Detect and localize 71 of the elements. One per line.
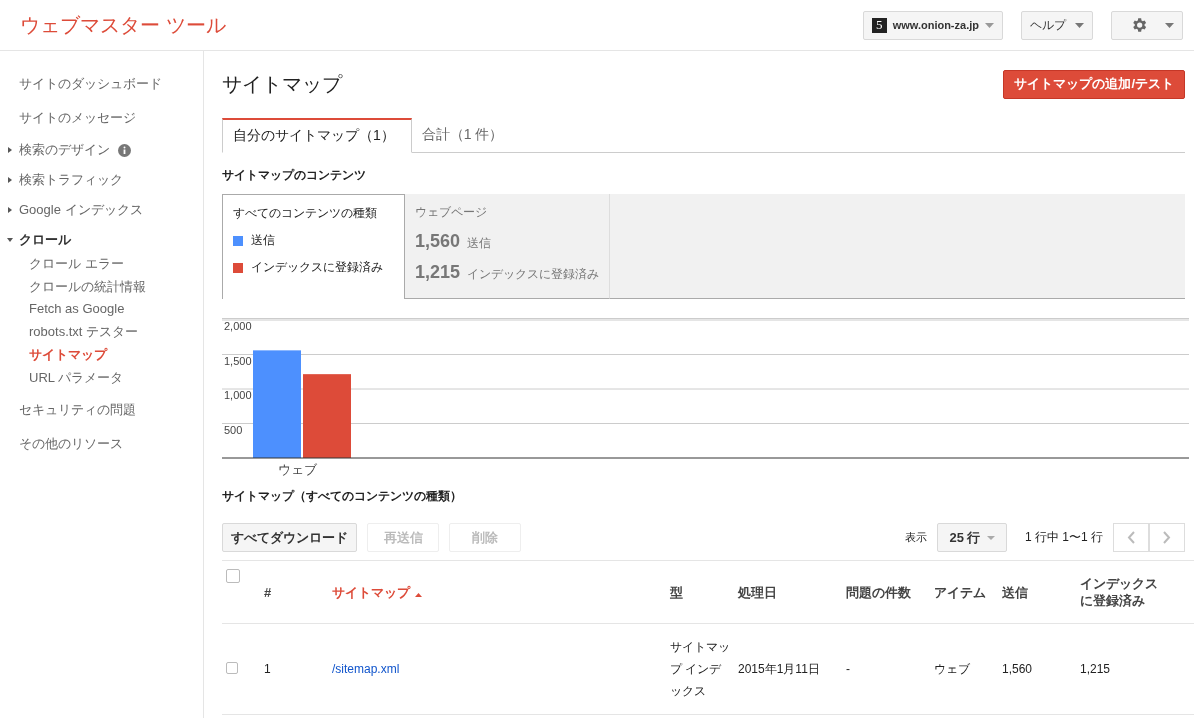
caret-icon xyxy=(985,22,994,28)
sidebar-subitem[interactable]: クロールの統計情報 xyxy=(29,277,203,297)
column-header[interactable]: # xyxy=(264,583,272,601)
stat-label: 送信 xyxy=(467,235,492,252)
panel-title: すべてのコンテンツの種類 xyxy=(233,205,378,222)
rows-label: 表示 xyxy=(904,530,927,545)
sidebar-item[interactable]: サイトのメッセージ xyxy=(19,109,136,127)
row-checkbox[interactable] xyxy=(226,661,238,674)
table-cell: 1,560 xyxy=(1002,662,1033,676)
app-title: ウェブマスター ツール xyxy=(20,12,226,38)
axis-tick-label: 2,000 xyxy=(224,320,252,332)
site-selector[interactable]: 5 www.onion-za.jp xyxy=(862,10,1003,40)
site-logo: 5 xyxy=(871,17,887,33)
rows-per-page-select[interactable]: 25 行 xyxy=(936,523,1007,552)
legend-label: インデックスに登録済み xyxy=(251,259,383,276)
column-header[interactable]: 型 xyxy=(670,583,683,601)
table-cell: 1,215 xyxy=(1080,662,1111,676)
column-header[interactable]: 問題の件数 xyxy=(846,583,911,601)
section-heading: サイトマップ（すべてのコンテンツの種類） xyxy=(222,488,463,505)
column-header[interactable]: インデックスに登録済み xyxy=(1080,575,1162,609)
column-header[interactable]: サイトマップ xyxy=(332,583,422,601)
sidebar-subitem[interactable]: URL パラメータ xyxy=(29,368,203,388)
caret-icon xyxy=(1075,22,1084,28)
tab[interactable]: 自分のサイトマップ（1） xyxy=(222,118,412,153)
info-icon[interactable] xyxy=(118,143,131,157)
settings-menu[interactable] xyxy=(1111,10,1183,40)
axis-category-label: ウェブ xyxy=(278,461,317,479)
stat-label: インデックスに登録済み xyxy=(467,266,600,283)
caret-icon xyxy=(986,535,995,540)
sidebar-subitem[interactable]: サイトマップ xyxy=(29,345,203,365)
table-cell: ウェブ xyxy=(934,661,970,676)
column-header[interactable]: アイテム xyxy=(934,583,986,601)
sidebar-subitem[interactable]: Fetch as Google xyxy=(29,300,203,320)
page-title: サイトマップ xyxy=(222,71,342,97)
previous-page-button[interactable] xyxy=(1113,523,1149,552)
next-page-button[interactable] xyxy=(1149,523,1185,552)
sidebar-item[interactable]: セキュリティの問題 xyxy=(19,401,136,420)
caret-icon xyxy=(1165,22,1174,28)
section-heading: サイトマップのコンテンツ xyxy=(222,167,367,184)
select-all-checkbox[interactable] xyxy=(226,569,240,583)
pagination-range: 1 行中 1〜1 行 xyxy=(1024,529,1103,546)
toolbar-button[interactable]: すべてダウンロード xyxy=(222,523,357,552)
sidebar-item[interactable]: 検索のデザイン xyxy=(19,141,110,159)
axis-tick-label: 500 xyxy=(224,423,243,436)
sidebar-item[interactable]: その他のリソース xyxy=(19,435,123,454)
sidebar-item[interactable]: 検索トラフィック xyxy=(19,171,123,189)
help-menu[interactable]: ヘルプ xyxy=(1021,10,1093,40)
table-cell: 2015年1月11日 xyxy=(738,661,820,676)
axis-tick-label: 1,000 xyxy=(224,389,252,401)
sidebar-item[interactable]: サイトのダッシュボード xyxy=(19,75,162,93)
sidebar-item[interactable]: Google インデックス xyxy=(19,201,143,219)
stat-value: 1,560 xyxy=(415,231,461,252)
chevron-right-icon xyxy=(1163,531,1171,544)
content-type-panel[interactable]: すべてのコンテンツの種類 送信 インデックスに登録済み xyxy=(222,194,405,299)
stat-value: 1,215 xyxy=(415,262,461,283)
legend-label: 送信 xyxy=(251,232,275,249)
sitemap-link[interactable]: /sitemap.xml xyxy=(332,662,400,676)
column-header[interactable]: 送信 xyxy=(1002,583,1028,601)
table-cell: 1 xyxy=(264,662,271,676)
table-cell: - xyxy=(846,662,850,676)
site-name: www.onion-za.jp xyxy=(892,19,979,31)
sort-ascending-icon xyxy=(415,592,422,597)
sidebar-subitem[interactable]: robots.txt テスター xyxy=(29,323,203,342)
table-cell-text: サイトマップ インデックス xyxy=(670,639,730,700)
sidebar-item[interactable]: クロール xyxy=(19,231,71,249)
chevron-left-icon xyxy=(1127,531,1135,544)
axis-tick-label: 1,500 xyxy=(224,354,252,367)
add-sitemap-button[interactable]: サイトマップの追加/テスト xyxy=(1003,69,1185,99)
sidebar-subitem[interactable]: クロール エラー xyxy=(29,255,203,274)
column-header[interactable]: 処理日 xyxy=(738,583,777,601)
panel-title: ウェブページ xyxy=(415,204,488,221)
